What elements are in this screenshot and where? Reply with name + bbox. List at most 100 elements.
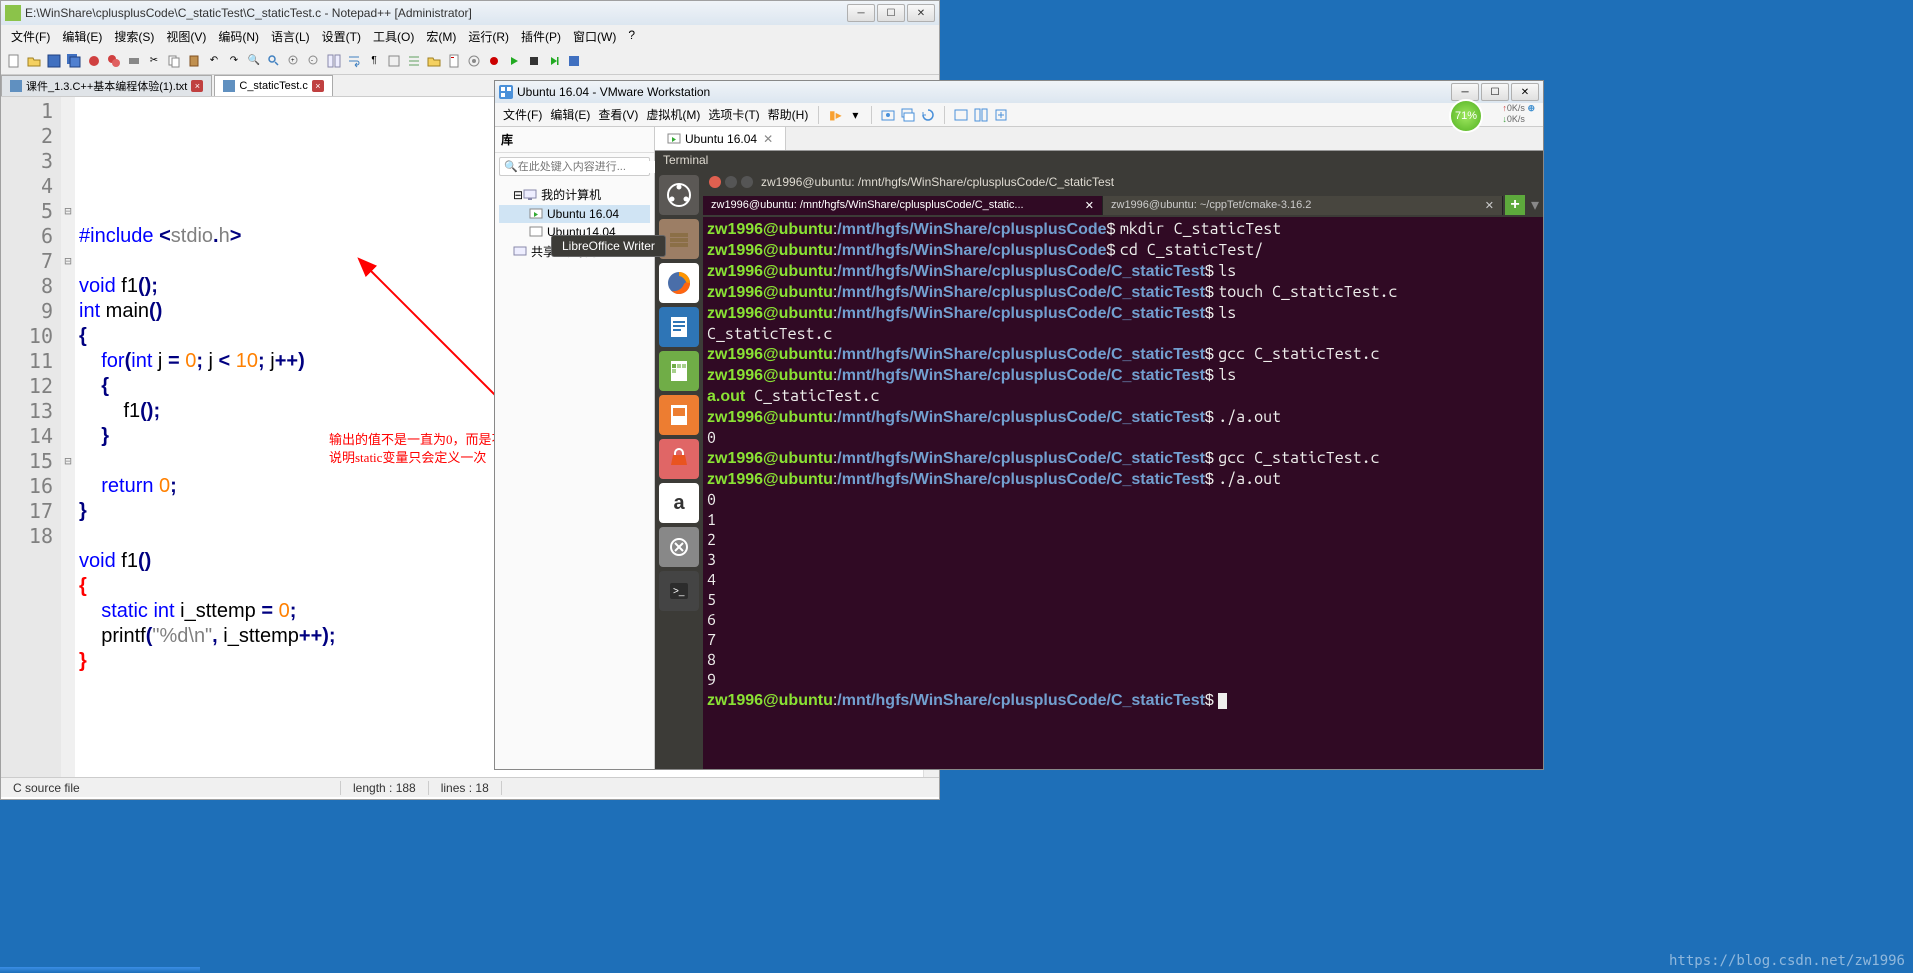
close-button[interactable]: ✕	[1511, 83, 1539, 101]
vm-menu-file[interactable]: 文件(F)	[499, 104, 546, 125]
replace-icon[interactable]	[265, 52, 283, 70]
term-tab-0[interactable]: zw1996@ubuntu: /mnt/hgfs/WinShare/cplusp…	[703, 196, 1103, 215]
status-bar: C source file length : 188 lines : 18	[1, 777, 939, 797]
tree-item-ubuntu1604[interactable]: Ubuntu 16.04	[499, 205, 650, 223]
folder-view-icon[interactable]	[425, 52, 443, 70]
tab-close-icon[interactable]: ✕	[1085, 199, 1094, 212]
window-controls: ─ ☐ ✕	[847, 4, 935, 22]
libreoffice-impress-icon[interactable]	[659, 395, 699, 435]
func-list-icon[interactable]	[405, 52, 423, 70]
menu-view[interactable]: 视图(V)	[160, 25, 212, 47]
close-file-icon[interactable]	[85, 52, 103, 70]
revert-icon[interactable]	[918, 106, 938, 124]
term-tab-1[interactable]: zw1996@ubuntu: ~/cppTet/cmake-3.16.2✕	[1103, 196, 1503, 215]
menu-tools[interactable]: 工具(O)	[367, 25, 420, 47]
record-icon[interactable]	[485, 52, 503, 70]
menu-window[interactable]: 窗口(W)	[567, 25, 622, 47]
undo-icon[interactable]: ↶	[205, 52, 223, 70]
ubuntu-launcher: a >_	[655, 171, 703, 769]
save-all-icon[interactable]	[65, 52, 83, 70]
fullscreen-icon[interactable]	[951, 106, 971, 124]
wordwrap-icon[interactable]	[345, 52, 363, 70]
zoom-in-icon[interactable]: +	[285, 52, 303, 70]
vm-menu-help[interactable]: 帮助(H)	[764, 104, 813, 125]
tab-close-icon[interactable]: ✕	[1485, 199, 1494, 212]
show-all-chars-icon[interactable]: ¶	[365, 52, 383, 70]
save-macro-icon[interactable]	[565, 52, 583, 70]
dash-icon[interactable]	[659, 175, 699, 215]
term-minimize-icon[interactable]	[725, 176, 737, 188]
terminal-window: zw1996@ubuntu: /mnt/hgfs/WinShare/cplusp…	[703, 171, 1543, 769]
npp-menubar: 文件(F) 编辑(E) 搜索(S) 视图(V) 编码(N) 语言(L) 设置(T…	[1, 25, 939, 47]
vmware-titlebar[interactable]: Ubuntu 16.04 - VMware Workstation ─ ☐ ✕	[495, 81, 1543, 103]
libreoffice-writer-icon[interactable]	[659, 307, 699, 347]
windows-taskbar[interactable]	[0, 967, 200, 973]
term-maximize-icon[interactable]	[741, 176, 753, 188]
paste-icon[interactable]	[185, 52, 203, 70]
print-icon[interactable]	[125, 52, 143, 70]
tree-root[interactable]: ⊟ 我的计算机	[499, 184, 650, 205]
redo-icon[interactable]: ↷	[225, 52, 243, 70]
ubuntu-software-icon[interactable]	[659, 439, 699, 479]
vm-menu-tabs[interactable]: 选项卡(T)	[704, 104, 763, 125]
menu-edit[interactable]: 编辑(E)	[56, 25, 108, 47]
menu-file[interactable]: 文件(F)	[5, 25, 56, 47]
find-icon[interactable]: 🔍	[245, 52, 263, 70]
menu-settings[interactable]: 设置(T)	[316, 25, 367, 47]
new-file-icon[interactable]	[5, 52, 23, 70]
menu-plugins[interactable]: 插件(P)	[515, 25, 567, 47]
vm-menu-vm[interactable]: 虚拟机(M)	[642, 104, 704, 125]
snapshot-manager-icon[interactable]	[898, 106, 918, 124]
search-input[interactable]	[518, 161, 660, 173]
open-file-icon[interactable]	[25, 52, 43, 70]
close-all-icon[interactable]	[105, 52, 123, 70]
indent-guide-icon[interactable]	[385, 52, 403, 70]
minimize-button[interactable]: ─	[847, 4, 875, 22]
copy-icon[interactable]	[165, 52, 183, 70]
menu-help[interactable]: ?	[622, 25, 641, 47]
menu-language[interactable]: 语言(L)	[265, 25, 316, 47]
term-close-icon[interactable]	[709, 176, 721, 188]
maximize-button[interactable]: ☐	[877, 4, 905, 22]
npp-titlebar[interactable]: E:\WinShare\cplusplusCode\C_staticTest\C…	[1, 1, 939, 25]
libreoffice-calc-icon[interactable]	[659, 351, 699, 391]
cut-icon[interactable]: ✂	[145, 52, 163, 70]
tab-close-icon[interactable]: ×	[312, 80, 324, 92]
tab-close-icon[interactable]: ×	[191, 80, 203, 92]
menu-macro[interactable]: 宏(M)	[420, 25, 462, 47]
file-tab-1[interactable]: C_staticTest.c×	[214, 75, 332, 96]
doc-map-icon[interactable]	[445, 52, 463, 70]
library-search[interactable]: 🔍 ▾	[499, 157, 650, 176]
tab-close-icon[interactable]: ✕	[763, 132, 773, 146]
play-icon[interactable]: ▮▸	[825, 106, 845, 124]
snapshot-icon[interactable]	[878, 106, 898, 124]
stop-icon[interactable]	[525, 52, 543, 70]
playback-icon[interactable]	[545, 52, 563, 70]
file-tab-0[interactable]: 课件_1.3.C++基本编程体验(1).txt×	[1, 75, 212, 96]
unity-icon[interactable]	[971, 106, 991, 124]
terminal-icon[interactable]: >_	[659, 571, 699, 611]
menu-search[interactable]: 搜索(S)	[108, 25, 160, 47]
zoom-out-icon[interactable]: -	[305, 52, 323, 70]
close-button[interactable]: ✕	[907, 4, 935, 22]
save-icon[interactable]	[45, 52, 63, 70]
sync-v-icon[interactable]	[325, 52, 343, 70]
firefox-icon[interactable]	[659, 263, 699, 303]
vm-menu-edit[interactable]: 编辑(E)	[546, 104, 594, 125]
menu-encoding[interactable]: 编码(N)	[212, 25, 265, 47]
tab-menu-icon[interactable]: ▾	[1527, 195, 1543, 215]
add-tab-button[interactable]: +	[1505, 195, 1525, 215]
stretch-icon[interactable]	[991, 106, 1011, 124]
vm-dropdown-icon[interactable]: ▾	[845, 106, 865, 124]
amazon-icon[interactable]: a	[659, 483, 699, 523]
vm-menu-view[interactable]: 查看(V)	[594, 104, 642, 125]
play-icon[interactable]	[505, 52, 523, 70]
fold-margin[interactable]: ⊟⊟⊟	[61, 97, 75, 777]
settings-icon[interactable]	[659, 527, 699, 567]
vm-tab-ubuntu[interactable]: Ubuntu 16.04 ✕	[655, 127, 786, 150]
maximize-button[interactable]: ☐	[1481, 83, 1509, 101]
terminal-content[interactable]: zw1996@ubuntu:/mnt/hgfs/WinShare/cpluspl…	[703, 217, 1543, 769]
menu-run[interactable]: 运行(R)	[462, 25, 515, 47]
terminal-titlebar[interactable]: zw1996@ubuntu: /mnt/hgfs/WinShare/cplusp…	[703, 171, 1543, 193]
monitoring-icon[interactable]	[465, 52, 483, 70]
